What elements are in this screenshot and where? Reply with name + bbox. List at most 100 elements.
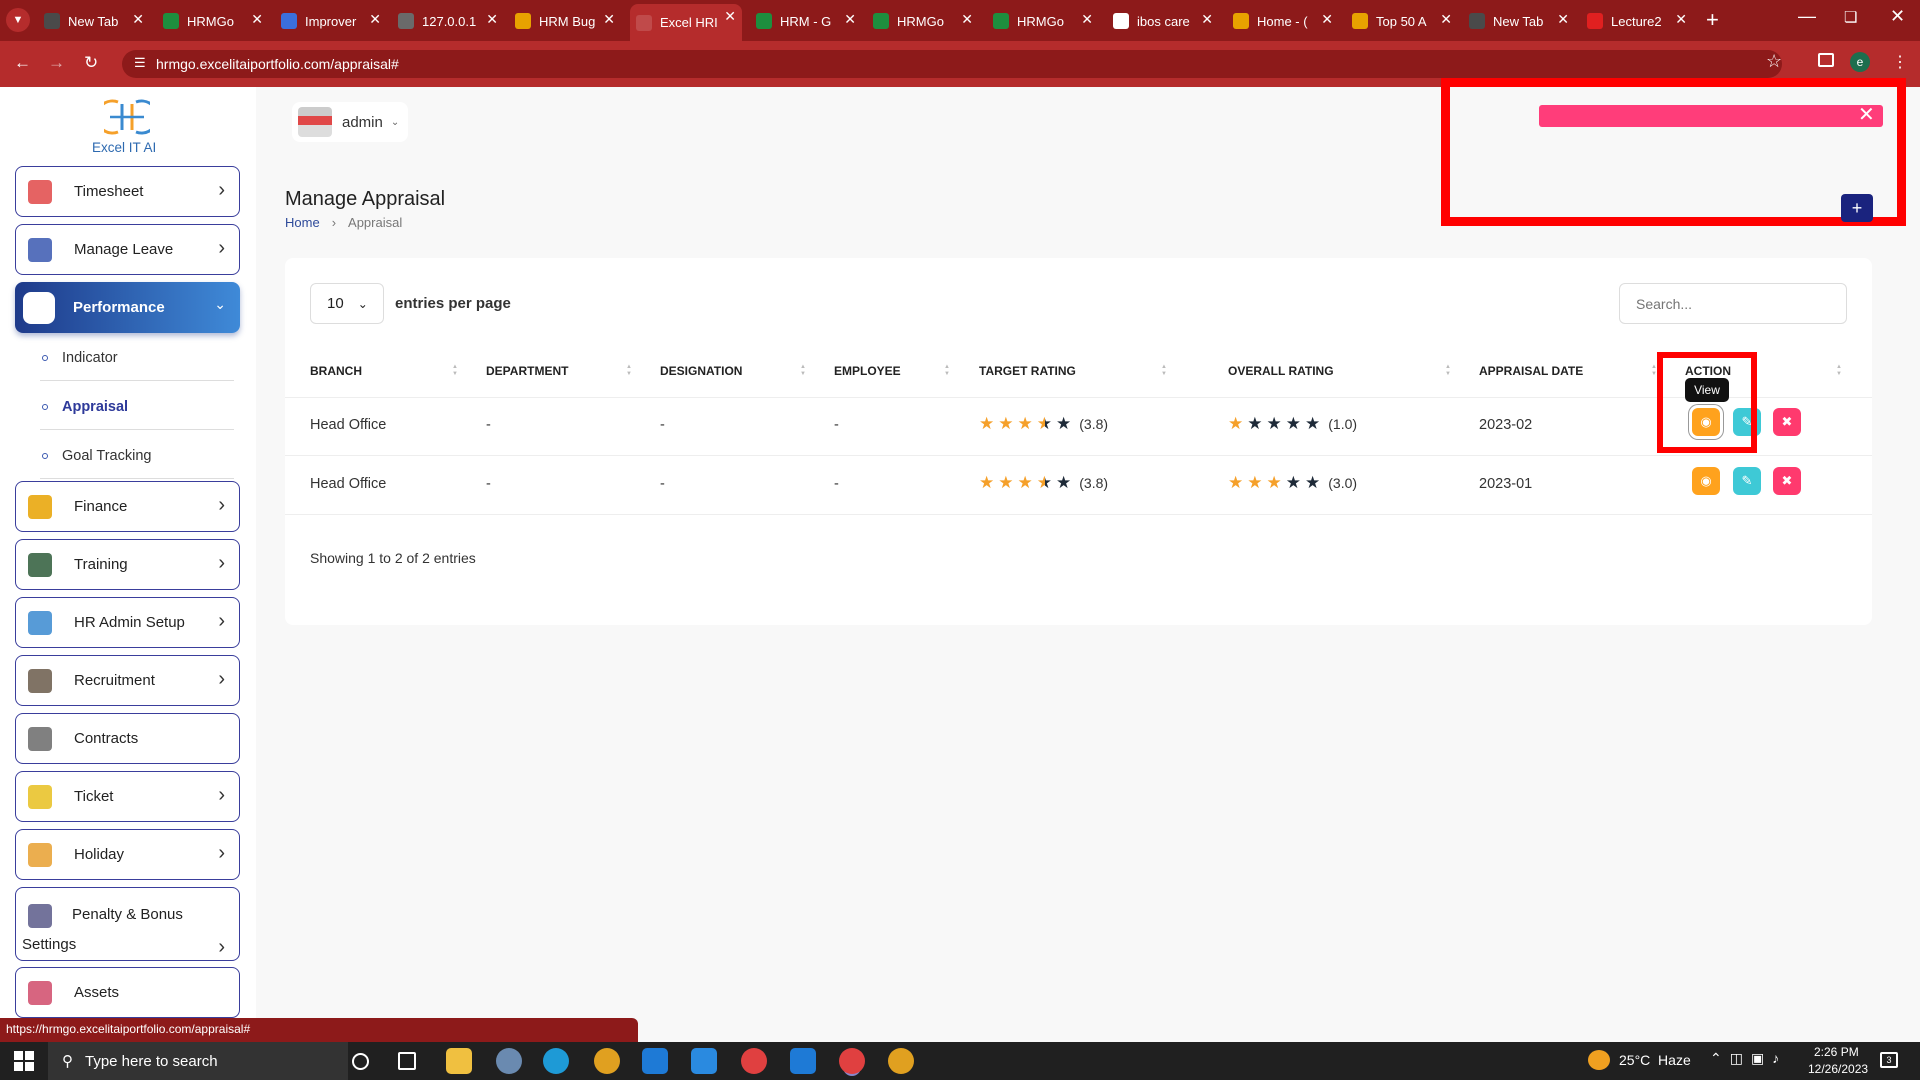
column-header-overall-rating[interactable]: OVERALL RATING bbox=[1228, 364, 1334, 378]
sort-icon[interactable]: ▲ ▼ bbox=[626, 364, 632, 378]
entries-select[interactable]: 10 ⌄ bbox=[310, 283, 384, 324]
breadcrumb-home[interactable]: Home bbox=[285, 215, 320, 230]
view-button[interactable]: ◉ bbox=[1692, 467, 1720, 495]
browser-tab[interactable]: HRM Bug ✕ bbox=[509, 7, 621, 35]
browser-tab[interactable]: HRMGo ✕ bbox=[867, 7, 979, 35]
slack-icon[interactable] bbox=[594, 1048, 620, 1074]
sort-icon[interactable]: ▲ ▼ bbox=[800, 364, 806, 378]
tab-close-icon[interactable]: ✕ bbox=[1201, 11, 1213, 28]
tab-close-icon[interactable]: ✕ bbox=[1440, 11, 1452, 28]
sidebar-item-ticket[interactable]: Ticket › bbox=[15, 771, 240, 822]
browser-tab[interactable]: HRMGo ✕ bbox=[987, 7, 1099, 35]
search-input[interactable] bbox=[1619, 283, 1847, 324]
tab-close-icon[interactable]: ✕ bbox=[1675, 11, 1687, 28]
chrome-icon[interactable] bbox=[888, 1048, 914, 1074]
tab-close-icon[interactable]: ✕ bbox=[1557, 11, 1569, 28]
column-header-designation[interactable]: DESIGNATION bbox=[660, 364, 742, 378]
windows-start-icon[interactable] bbox=[14, 1051, 34, 1071]
sort-icon[interactable]: ▲ ▼ bbox=[1445, 364, 1451, 378]
browser-tab[interactable]: Home - (✕ bbox=[1227, 7, 1339, 35]
sidebar-item-training[interactable]: Training › bbox=[15, 539, 240, 590]
sidebar-item-finance[interactable]: Finance › bbox=[15, 481, 240, 532]
browser-tab[interactable]: Improver ✕ bbox=[275, 7, 387, 35]
browser-tab[interactable]: Top 50 A ✕ bbox=[1346, 7, 1458, 35]
tab-close-icon[interactable]: ✕ bbox=[1321, 11, 1333, 28]
column-header-employee[interactable]: EMPLOYEE bbox=[834, 364, 901, 378]
tab-close-icon[interactable]: ✕ bbox=[486, 11, 498, 28]
browser-tab[interactable]: 127.0.0.1 ✕ bbox=[392, 7, 504, 35]
system-tray-icons[interactable]: ⌃◫▣♪ bbox=[1710, 1050, 1787, 1067]
sidebar-item-penalty-bonus-settings[interactable]: Penalty & Bonus Settings › bbox=[15, 887, 240, 961]
new-tab-button[interactable]: + bbox=[1706, 7, 1719, 33]
user-dropdown[interactable]: admin ⌄ bbox=[292, 102, 408, 142]
add-appraisal-button[interactable]: + bbox=[1841, 194, 1873, 222]
sidebar-item-holiday[interactable]: Holiday › bbox=[15, 829, 240, 880]
column-header-department[interactable]: DEPARTMENT bbox=[486, 364, 568, 378]
url-field[interactable]: ☰ hrmgo.excelitaiportfolio.com/appraisal… bbox=[122, 50, 1782, 78]
clock-time[interactable]: 2:26 PM bbox=[1814, 1045, 1859, 1059]
column-header-appraisal-date[interactable]: APPRAISAL DATE bbox=[1479, 364, 1583, 378]
store-icon[interactable] bbox=[691, 1048, 717, 1074]
weather-text[interactable]: 25°C Haze bbox=[1619, 1052, 1691, 1068]
brand-logo[interactable] bbox=[95, 96, 159, 138]
forward-button[interactable]: → bbox=[48, 53, 65, 73]
tab-search-button[interactable]: ▼ bbox=[6, 8, 30, 32]
browser-tab[interactable]: New Tab ✕ bbox=[1463, 7, 1575, 35]
sidebar-item-contracts[interactable]: Contracts bbox=[15, 713, 240, 764]
restore-button[interactable]: ❏ bbox=[1844, 8, 1857, 26]
browser-tab[interactable]: Lecture2 ✕ bbox=[1581, 7, 1693, 35]
sort-icon[interactable]: ▲ ▼ bbox=[944, 364, 950, 378]
chrome-icon[interactable] bbox=[839, 1048, 865, 1074]
sidebar-item-hr-admin-setup[interactable]: HR Admin Setup › bbox=[15, 597, 240, 648]
profile-avatar[interactable]: e bbox=[1850, 52, 1870, 72]
browser-tab[interactable]: New Tab ✕ bbox=[38, 7, 150, 35]
browser-tab[interactable]: HRM - G ✕ bbox=[750, 7, 862, 35]
sort-icon[interactable]: ▲ ▼ bbox=[1836, 364, 1842, 378]
column-header-branch[interactable]: BRANCH bbox=[310, 364, 362, 378]
task-view-icon[interactable] bbox=[398, 1052, 416, 1070]
bookmark-star-icon[interactable]: ☆ bbox=[1766, 51, 1782, 72]
tab-close-icon[interactable]: ✕ bbox=[1081, 11, 1093, 28]
notification-icon[interactable]: 3 bbox=[1880, 1052, 1898, 1068]
side-panel-icon[interactable] bbox=[1818, 53, 1834, 67]
cortana-icon[interactable] bbox=[352, 1053, 369, 1070]
tab-close-icon[interactable]: ✕ bbox=[369, 11, 381, 28]
delete-button[interactable]: ✖ bbox=[1773, 467, 1801, 495]
file-explorer-icon[interactable] bbox=[446, 1048, 472, 1074]
delete-button[interactable]: ✖ bbox=[1773, 408, 1801, 436]
browser-tab[interactable]: Excel HRI ✕ bbox=[630, 4, 742, 41]
edit-button[interactable]: ✎ bbox=[1733, 467, 1761, 495]
app-icon[interactable] bbox=[496, 1048, 522, 1074]
browser-tab[interactable]: HRMGo ✕ bbox=[157, 7, 269, 35]
close-window-button[interactable]: ✕ bbox=[1890, 6, 1905, 27]
reload-button[interactable]: ↻ bbox=[84, 53, 98, 73]
sidebar-item-recruitment[interactable]: Recruitment › bbox=[15, 655, 240, 706]
site-info-icon[interactable]: ☰ bbox=[134, 55, 146, 71]
tab-close-icon[interactable]: ✕ bbox=[132, 11, 144, 28]
taskbar-search[interactable]: ⚲ Type here to search bbox=[48, 1042, 348, 1080]
mail-icon[interactable] bbox=[642, 1048, 668, 1074]
browser-tab[interactable]: ibos care ✕ bbox=[1107, 7, 1219, 35]
clock-date[interactable]: 12/26/2023 bbox=[1808, 1062, 1868, 1076]
back-button[interactable]: ← bbox=[14, 53, 31, 73]
sidebar-item-assets[interactable]: Assets bbox=[15, 967, 240, 1018]
sidebar-item-manage-leave[interactable]: Manage Leave › bbox=[15, 224, 240, 275]
browser-menu-icon[interactable]: ⋮ bbox=[1892, 52, 1908, 72]
chrome-icon[interactable] bbox=[741, 1048, 767, 1074]
tab-close-icon[interactable]: ✕ bbox=[603, 11, 615, 28]
minimize-button[interactable]: — bbox=[1798, 6, 1816, 27]
sidebar-subitem-goal-tracking[interactable]: Goal Tracking bbox=[42, 448, 151, 464]
tab-close-icon[interactable]: ✕ bbox=[724, 8, 736, 25]
sidebar-subitem-indicator[interactable]: Indicator bbox=[42, 350, 118, 366]
tab-close-icon[interactable]: ✕ bbox=[251, 11, 263, 28]
sidebar-item-timesheet[interactable]: Timesheet › bbox=[15, 166, 240, 217]
tab-close-icon[interactable]: ✕ bbox=[844, 11, 856, 28]
edge-icon[interactable] bbox=[543, 1048, 569, 1074]
sidebar-item-performance[interactable]: Performance ⌄ bbox=[15, 282, 240, 333]
tab-close-icon[interactable]: ✕ bbox=[961, 11, 973, 28]
sidebar-subitem-appraisal[interactable]: Appraisal bbox=[42, 399, 128, 415]
sort-icon[interactable]: ▲ ▼ bbox=[452, 364, 458, 378]
column-header-target-rating[interactable]: TARGET RATING bbox=[979, 364, 1076, 378]
sort-icon[interactable]: ▲ ▼ bbox=[1161, 364, 1167, 378]
vscode-icon[interactable] bbox=[790, 1048, 816, 1074]
